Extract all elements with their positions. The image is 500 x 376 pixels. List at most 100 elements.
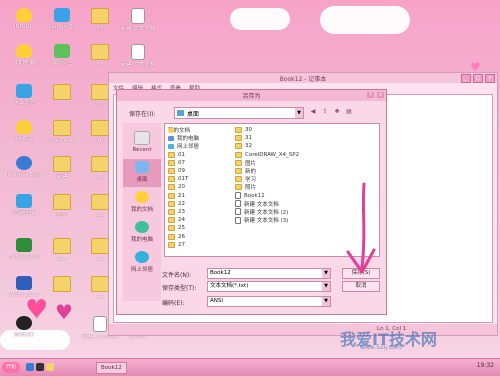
file-item[interactable]: 新建 文本文档 <box>235 200 299 208</box>
file-item[interactable]: 图片 <box>235 159 299 167</box>
ie-icon[interactable] <box>26 363 34 371</box>
desktop-icon[interactable]: 图片 <box>44 194 80 219</box>
place-recent[interactable]: Recent <box>123 131 161 153</box>
folder-icon <box>168 176 175 183</box>
file-item[interactable]: 新建 文本文档 (3) <box>235 216 299 224</box>
chevron-down-icon[interactable]: ▼ <box>322 297 330 306</box>
file-item[interactable]: 22 <box>168 200 199 208</box>
encoding-select[interactable]: ANSI ▼ <box>207 296 331 307</box>
file-name: 25 <box>178 225 185 232</box>
cloud-decoration <box>230 8 290 30</box>
desktop-icon[interactable]: 01T <box>44 238 80 263</box>
desktop-icon[interactable]: Internet Explorer <box>6 156 42 179</box>
folder-icon[interactable] <box>46 363 54 371</box>
file-name: 32 <box>245 143 252 150</box>
file-item[interactable]: 30 <box>235 126 299 134</box>
cancel-button[interactable]: 取消 <box>342 281 380 292</box>
file-item[interactable]: 23 <box>168 208 199 216</box>
file-item[interactable]: 我的文档 <box>168 126 199 134</box>
notepad-title: Book12 - 记事本 <box>279 75 327 83</box>
minimize-icon[interactable]: _ <box>461 74 471 83</box>
file-item[interactable]: CorelDRAW_X4_SP2 <box>235 151 299 159</box>
file-item[interactable]: 学习 <box>235 175 299 183</box>
file-name: 新建 文本文档 <box>244 201 279 208</box>
filename-input[interactable]: Book12 ▼ <box>207 268 331 279</box>
close-icon[interactable]: × <box>377 92 384 98</box>
folder-icon <box>235 168 242 175</box>
file-item[interactable]: 07 <box>168 159 199 167</box>
desktop-icon[interactable]: CorelDRAW <box>44 120 80 145</box>
file-item[interactable]: 20 <box>168 183 199 191</box>
file-item[interactable]: 我的电脑 <box>168 134 199 142</box>
desktop-icon[interactable]: Excel 2003 <box>6 238 42 261</box>
desktop-icon[interactable]: 360安全 <box>44 44 80 67</box>
place-label: Recent <box>132 147 152 153</box>
folder-icon <box>168 217 175 224</box>
excel-icon <box>16 238 32 252</box>
clock: 19:32 <box>476 362 494 369</box>
file-item[interactable]: 01T <box>168 175 199 183</box>
file-item[interactable]: 新建 文本文档 (2) <box>235 208 299 216</box>
text-file-icon <box>235 192 241 200</box>
chevron-down-icon[interactable]: ▼ <box>322 282 330 291</box>
file-name: 我的电脑 <box>177 136 200 143</box>
desktop-icon[interactable]: 新建 <box>44 156 80 181</box>
file-item[interactable]: 24 <box>168 216 199 224</box>
blue-icon <box>16 84 32 98</box>
help-icon[interactable]: ? <box>367 92 374 98</box>
file-item[interactable]: 照片 <box>235 183 299 191</box>
desktop-icon[interactable]: 我的电脑 <box>6 44 42 67</box>
desktop-icon[interactable]: 网上邻居 <box>6 84 42 107</box>
desktop-icon[interactable]: 08 <box>82 44 118 69</box>
file-item[interactable]: 32 <box>235 142 299 150</box>
desktop-icon[interactable]: 宽带连接 <box>6 194 42 217</box>
file-item[interactable]: 01 <box>168 151 199 159</box>
desktop-icon[interactable] <box>44 276 80 294</box>
file-item[interactable]: 25 <box>168 224 199 232</box>
start-button[interactable]: 开始 <box>2 362 20 373</box>
up-folder-icon[interactable]: ⇧ <box>321 108 329 116</box>
folder-icon <box>168 151 175 158</box>
folder-icon <box>91 276 109 292</box>
desktop-icon[interactable]: Word 2003 <box>6 276 42 299</box>
chevron-down-icon[interactable]: ▼ <box>322 269 330 278</box>
desktop-icon[interactable]: 回收站 <box>6 120 42 143</box>
filename-label: 文件名(N): <box>162 272 192 279</box>
place-desktop[interactable]: 桌面 <box>123 159 161 187</box>
file-item[interactable]: 新的 <box>235 167 299 175</box>
desktop-icon[interactable]: 腾讯QQ <box>6 316 42 339</box>
place-network[interactable]: 网上邻居 <box>123 251 161 273</box>
place-my-computer[interactable]: 我的电脑 <box>123 221 161 243</box>
file-name: 30 <box>245 127 252 134</box>
close-icon[interactable]: × <box>485 74 495 83</box>
filetype-select[interactable]: 文本文档(*.txt) ▼ <box>207 281 331 292</box>
qq-icon[interactable] <box>36 363 44 371</box>
file-item[interactable]: 27 <box>168 241 199 249</box>
desktop-icon[interactable]: INDIGO <box>6 8 42 31</box>
desktop-icon[interactable]: 百度网盘 <box>44 8 80 31</box>
back-icon[interactable]: ◀ <box>309 108 317 116</box>
file-item[interactable]: 31 <box>235 134 299 142</box>
chevron-down-icon[interactable]: ▼ <box>295 108 303 118</box>
look-in-select[interactable]: 桌面 ▼ <box>174 107 304 119</box>
text-file-icon <box>235 216 241 224</box>
notepad-titlebar[interactable]: Book12 - 记事本 _ □ × <box>109 73 497 83</box>
view-menu-icon[interactable]: ▤ <box>345 108 353 116</box>
file-item[interactable]: 09 <box>168 167 199 175</box>
qq-icon <box>16 316 32 330</box>
new-folder-icon[interactable]: ✚ <box>333 108 341 116</box>
dialog-titlebar[interactable]: 另存为 ? × <box>117 90 386 101</box>
desktop-icon[interactable] <box>44 84 80 102</box>
file-item[interactable]: 21 <box>168 192 199 200</box>
place-my-documents[interactable]: 我的文档 <box>123 191 161 213</box>
filetype-label: 保存类型(T): <box>162 285 197 292</box>
file-name: CorelDRAW_X4_SP2 <box>245 151 300 158</box>
file-item[interactable]: Book11 <box>235 192 299 200</box>
desktop-icon[interactable]: 07 <box>82 8 118 33</box>
desktop-icon[interactable]: 新建 文本文档 <box>120 8 156 33</box>
desktop-icon[interactable]: 新建 文本文档 <box>120 44 156 69</box>
maximize-icon[interactable]: □ <box>473 74 483 83</box>
file-item[interactable]: 26 <box>168 232 199 240</box>
file-item[interactable]: 网上邻居 <box>168 142 199 150</box>
taskbar-item-book12[interactable]: Book12 <box>96 362 127 374</box>
